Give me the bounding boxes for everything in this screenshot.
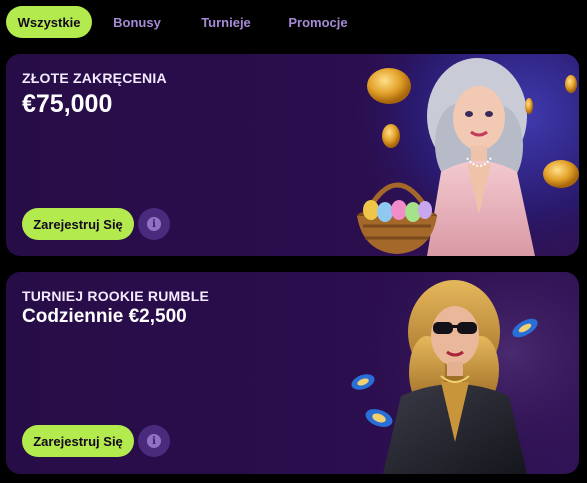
tab-bonusy[interactable]: Bonusy [92,6,182,38]
info-icon: i [147,217,161,231]
register-button[interactable]: Zarejestruj Się [22,208,134,240]
promo-title: TURNIEJ ROOKIE RUMBLE [22,288,209,304]
info-button[interactable]: i [138,425,170,457]
promo-card-rookie-rumble: TURNIEJ ROOKIE RUMBLE Codziennie €2,500 … [6,272,579,474]
promo-illustration-sunglasses [349,272,579,474]
info-icon: i [147,434,161,448]
filter-tabs: Wszystkie Bonusy Turnieje Promocje [6,6,362,38]
promo-amount: Codziennie €2,500 [22,306,187,327]
promo-amount: €75,000 [22,90,113,118]
tab-wszystkie[interactable]: Wszystkie [6,6,92,38]
promo-title: ZŁOTE ZAKRĘCENIA [22,70,167,86]
tab-turnieje[interactable]: Turnieje [191,6,261,38]
info-button[interactable]: i [138,208,170,240]
promo-illustration-easter [349,54,579,256]
register-button[interactable]: Zarejestruj Się [22,425,134,457]
promo-card-zlote-zakrecenia: ZŁOTE ZAKRĘCENIA €75,000 Zarejestruj Się… [6,54,579,256]
tab-promocje[interactable]: Promocje [274,6,362,38]
